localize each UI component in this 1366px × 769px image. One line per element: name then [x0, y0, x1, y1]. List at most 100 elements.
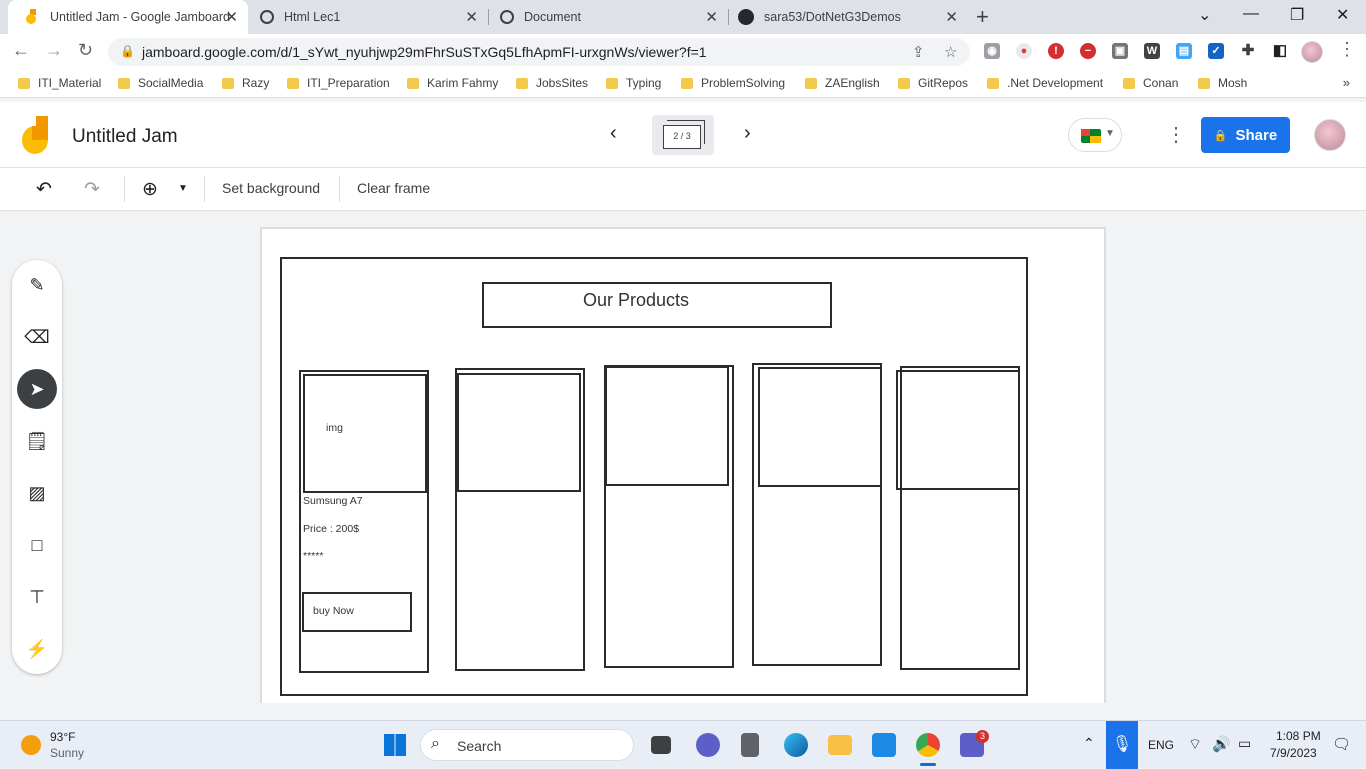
- restore-icon[interactable]: ❐: [1290, 5, 1304, 25]
- tools-sidebar: ✎ ⌫ ➤ 🗒 ▨ □ ⊤ ⚡: [12, 260, 62, 674]
- adblock-extension-icon[interactable]: !: [1048, 43, 1064, 59]
- w-extension-icon[interactable]: W: [1144, 43, 1160, 59]
- bookmark-folder[interactable]: Karim Fahmy: [407, 76, 498, 90]
- more-options-icon[interactable]: ⋮: [1166, 122, 1186, 147]
- profile-avatar-icon[interactable]: [1301, 41, 1323, 63]
- undo-icon[interactable]: ↶: [36, 178, 52, 201]
- new-tab-icon[interactable]: +: [976, 4, 989, 30]
- chevron-down-icon[interactable]: ▼: [178, 183, 188, 194]
- bookmark-folder[interactable]: JobsSites: [516, 76, 588, 90]
- back-arrow-icon[interactable]: ←: [12, 40, 30, 61]
- share-page-icon[interactable]: ⇪: [912, 43, 925, 61]
- edge-icon[interactable]: [784, 733, 808, 757]
- close-icon[interactable]: ✕: [225, 8, 238, 26]
- frame-counter: 2 / 3: [663, 125, 701, 149]
- volume-icon[interactable]: 🔊: [1212, 735, 1231, 753]
- forward-arrow-icon[interactable]: →: [45, 40, 63, 61]
- bookmark-folder[interactable]: .Net Development: [987, 76, 1103, 90]
- notifications-icon[interactable]: 🗨: [1332, 735, 1351, 753]
- url-text: jamboard.google.com/d/1_sYwt_nyuhjwp29mF…: [142, 44, 707, 60]
- language-indicator[interactable]: ENG: [1148, 738, 1174, 752]
- task-view-icon[interactable]: [651, 736, 671, 754]
- text-box-icon[interactable]: ⊤: [17, 577, 57, 617]
- set-background-button[interactable]: Set background: [222, 180, 320, 196]
- close-icon[interactable]: ✕: [465, 8, 478, 26]
- chevron-up-icon[interactable]: ⌃: [1083, 735, 1095, 752]
- chat-icon[interactable]: [696, 733, 720, 757]
- bookmark-label: GitRepos: [918, 76, 969, 90]
- bookmark-label: ITI_Preparation: [307, 76, 390, 90]
- laser-icon[interactable]: ⚡: [17, 629, 57, 669]
- redo-icon[interactable]: ↷: [84, 178, 100, 201]
- clear-frame-button[interactable]: Clear frame: [357, 180, 430, 196]
- chrome-icon[interactable]: [916, 733, 940, 757]
- address-bar[interactable]: 🔒 jamboard.google.com/d/1_sYwt_nyuhjwp29…: [108, 38, 970, 66]
- jam-title[interactable]: Untitled Jam: [72, 126, 178, 148]
- extensions-puzzle-icon[interactable]: ✚: [1240, 43, 1256, 59]
- bookmark-star-icon[interactable]: ☆: [944, 43, 957, 61]
- battery-icon[interactable]: ▭: [1238, 735, 1251, 752]
- clock-date[interactable]: 7/9/2023: [1270, 746, 1317, 760]
- bookmark-folder[interactable]: Mosh: [1198, 76, 1247, 90]
- calculator-icon[interactable]: [741, 733, 759, 757]
- bookmark-folder[interactable]: Razy: [222, 76, 269, 90]
- shield-extension-icon[interactable]: ✓: [1208, 43, 1224, 59]
- tab-search-icon[interactable]: ⌄: [1198, 5, 1211, 25]
- vscode-icon[interactable]: [872, 733, 896, 757]
- previous-frame-icon[interactable]: ‹: [610, 122, 617, 145]
- tab-jamboard[interactable]: Untitled Jam - Google Jamboard ✕: [8, 0, 248, 34]
- folder-icon: [407, 77, 419, 89]
- side-panel-icon[interactable]: ◧: [1272, 43, 1288, 59]
- bookmark-folder[interactable]: ITI_Material: [18, 76, 101, 90]
- select-pointer-icon[interactable]: ➤: [17, 369, 57, 409]
- bookmarks-bar: ITI_Material SocialMedia Razy ITI_Prepar…: [0, 70, 1366, 98]
- product-image-box: [896, 370, 1020, 490]
- tab-github[interactable]: sara53/DotNetG3Demos ✕: [728, 0, 968, 34]
- wifi-icon[interactable]: ⌔: [1188, 735, 1202, 754]
- file-explorer-icon[interactable]: [828, 735, 852, 755]
- bookmark-label: ProblemSolving: [701, 76, 786, 90]
- tab-document[interactable]: Document ✕: [488, 0, 729, 34]
- sun-icon: [21, 735, 41, 755]
- minimize-icon[interactable]: —: [1243, 5, 1259, 23]
- stop-extension-icon[interactable]: −: [1080, 43, 1096, 59]
- window-close-icon[interactable]: ✕: [1336, 5, 1349, 25]
- next-frame-icon[interactable]: ›: [744, 122, 751, 145]
- close-icon[interactable]: ✕: [945, 8, 958, 26]
- tab-html-lec1[interactable]: Html Lec1 ✕: [248, 0, 489, 34]
- shape-icon[interactable]: □: [17, 525, 57, 565]
- reload-icon[interactable]: ↻: [78, 40, 93, 61]
- more-bookmarks-icon[interactable]: »: [1343, 75, 1350, 90]
- eraser-icon[interactable]: ⌫: [17, 317, 57, 357]
- bookmark-folder[interactable]: ZAEnglish: [805, 76, 880, 90]
- pen-icon[interactable]: ✎: [17, 265, 57, 305]
- share-button[interactable]: 🔒 Share: [1201, 117, 1290, 153]
- bookmark-folder[interactable]: SocialMedia: [118, 76, 203, 90]
- folder-icon: [681, 77, 693, 89]
- puzzle-box-extension-icon[interactable]: ▣: [1112, 43, 1128, 59]
- bookmark-folder[interactable]: ProblemSolving: [681, 76, 785, 90]
- blue-extension-icon[interactable]: ▤: [1176, 43, 1192, 59]
- close-icon[interactable]: ✕: [705, 8, 718, 26]
- taskbar-search[interactable]: ⌕ Search: [420, 729, 634, 761]
- jam-canvas[interactable]: Our Products img Sumsung A7 Price : 200$…: [260, 227, 1106, 703]
- record-extension-icon[interactable]: ●: [1016, 43, 1032, 59]
- bookmark-folder[interactable]: GitRepos: [898, 76, 968, 90]
- frame-bar-toggle[interactable]: 2 / 3: [652, 115, 714, 155]
- bookmark-label: Razy: [242, 76, 270, 90]
- share-label: Share: [1235, 126, 1278, 144]
- meet-button[interactable]: ▼: [1068, 118, 1122, 152]
- sticky-note-icon[interactable]: 🗒: [17, 421, 57, 461]
- account-avatar[interactable]: [1314, 119, 1346, 151]
- bookmark-folder[interactable]: Typing: [606, 76, 661, 90]
- zoom-icon[interactable]: ⊕: [142, 178, 158, 201]
- image-icon[interactable]: ▨: [17, 473, 57, 513]
- chrome-menu-icon[interactable]: ⋮: [1338, 39, 1356, 60]
- windows-start-icon[interactable]: [384, 734, 406, 756]
- microphone-icon[interactable]: 🎙: [1106, 721, 1138, 769]
- clock-time[interactable]: 1:08 PM: [1276, 729, 1321, 743]
- weather-temp[interactable]: 93°F: [50, 730, 75, 744]
- bookmark-folder[interactable]: ITI_Preparation: [287, 76, 390, 90]
- bookmark-folder[interactable]: Conan: [1123, 76, 1178, 90]
- camera-extension-icon[interactable]: ◉: [984, 43, 1000, 59]
